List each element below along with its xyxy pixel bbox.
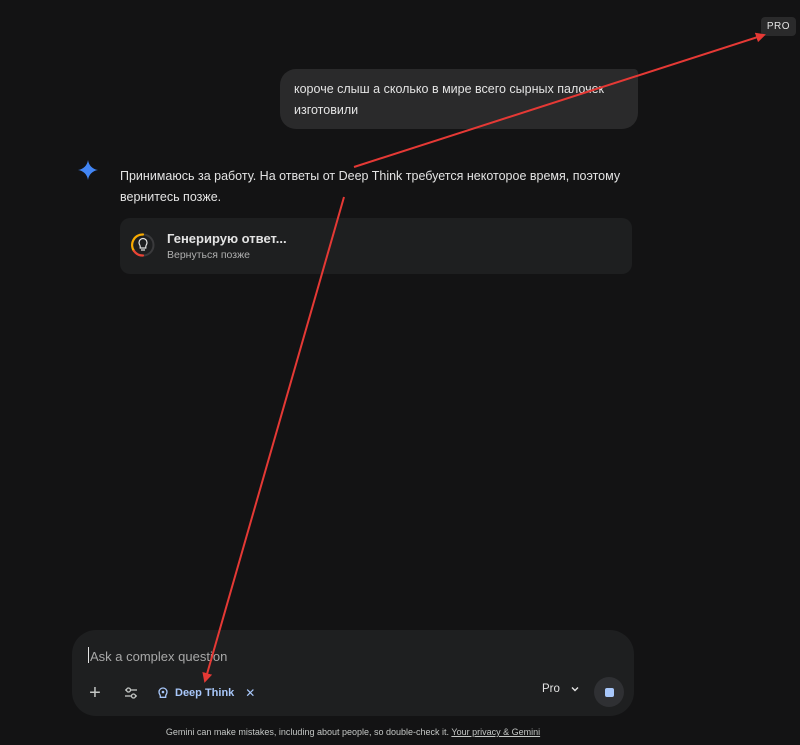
model-selector[interactable]: Pro: [542, 683, 580, 695]
status-title: Генерирую ответ...: [167, 231, 287, 246]
close-icon[interactable]: ✕: [245, 686, 255, 700]
text-caret: [88, 647, 89, 663]
generating-status-card[interactable]: Генерирую ответ... Вернуться позже: [120, 218, 632, 274]
model-response-text: Принимаюсь за работу. На ответы от Deep …: [120, 169, 621, 204]
status-subtitle: Вернуться позже: [167, 249, 250, 261]
deep-think-icon: [158, 687, 168, 698]
privacy-link[interactable]: Your privacy & Gemini: [451, 727, 540, 737]
stop-generation-button[interactable]: [594, 677, 624, 707]
gemini-app: PRO короче слыш а сколько в мире всего с…: [0, 0, 800, 745]
chevron-down-icon: [571, 687, 579, 692]
pro-badge: PRO: [760, 17, 796, 36]
plus-icon: +: [89, 682, 101, 704]
stop-icon: [604, 687, 614, 697]
gemini-sparkle-icon: [78, 160, 98, 180]
tools-button[interactable]: [120, 682, 142, 704]
disclaimer-footer: Gemini can make mistakes, including abou…: [0, 727, 706, 737]
prompt-composer: + Deep Think ✕ Pro: [72, 630, 634, 716]
user-message-bubble: короче слыш а сколько в мире всего сырны…: [280, 69, 638, 129]
tune-icon: [125, 687, 137, 699]
deep-think-chip[interactable]: Deep Think ✕: [156, 681, 255, 705]
add-attachment-button[interactable]: +: [84, 682, 106, 704]
disclaimer-text: Gemini can make mistakes, including abou…: [165, 727, 450, 737]
prompt-input[interactable]: [88, 645, 612, 667]
deep-think-label: Deep Think: [175, 687, 235, 699]
model-selector-label: Pro: [542, 683, 560, 695]
deep-think-progress-icon: [130, 232, 156, 258]
